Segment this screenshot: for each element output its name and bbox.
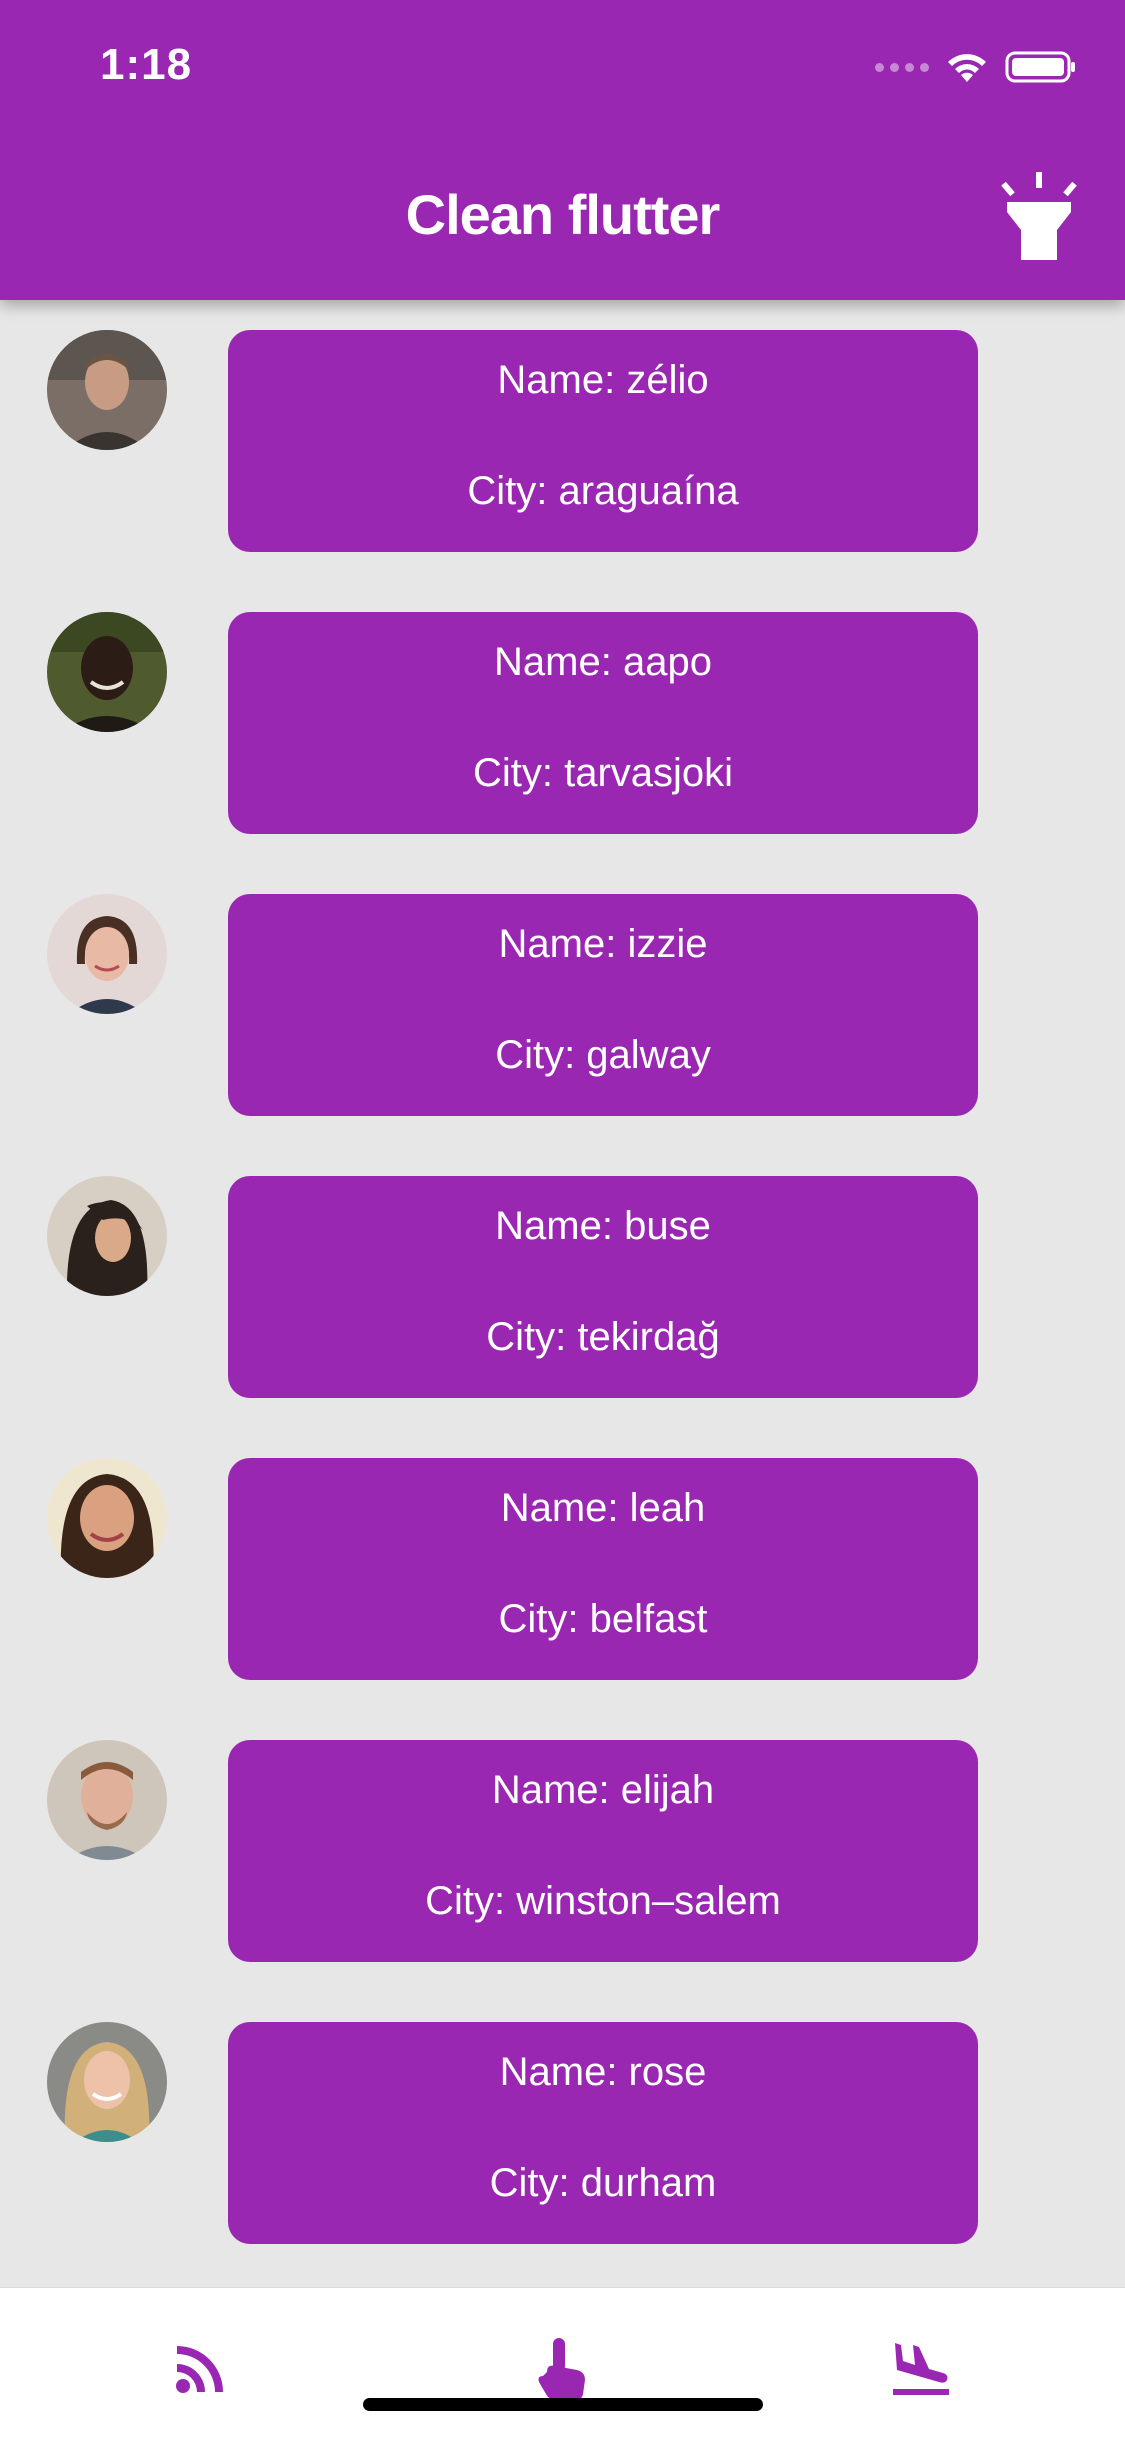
contact-city: City: belfast xyxy=(498,1597,708,1641)
avatar xyxy=(47,2022,167,2142)
contact-card[interactable]: Name: izzie City: galway xyxy=(228,894,978,1116)
wifi-icon xyxy=(948,54,986,82)
contact-name: Name: leah xyxy=(500,1486,706,1530)
avatar xyxy=(47,330,167,450)
list-item[interactable]: Name: rose City: durham xyxy=(0,1992,1125,2244)
contact-city: City: araguaína xyxy=(467,469,739,513)
home-indicator[interactable] xyxy=(363,2398,763,2411)
rss-feed-icon xyxy=(176,2346,223,2393)
contact-name: Name: zélio xyxy=(497,358,709,402)
contact-name: Name: rose xyxy=(499,2050,707,2094)
contact-name: Name: elijah xyxy=(491,1768,715,1812)
contact-card[interactable]: Name: zélio City: araguaína xyxy=(228,330,978,552)
contact-name: Name: buse xyxy=(495,1204,711,1248)
avatar xyxy=(47,612,167,732)
list-item[interactable]: Name: aapo City: tarvasjoki xyxy=(0,582,1125,834)
contact-city: City: winston–salem xyxy=(425,1879,781,1923)
flight-land-icon xyxy=(893,2343,949,2395)
cellular-signal-icon xyxy=(875,62,929,72)
nav-item-landing[interactable] xyxy=(876,2328,966,2408)
contact-card[interactable]: Name: rose City: durham xyxy=(228,2022,978,2244)
nav-item-feed[interactable] xyxy=(156,2328,246,2408)
list-item[interactable]: Name: izzie City: galway xyxy=(0,864,1125,1116)
flashlight-icon xyxy=(1001,172,1077,260)
status-time: 1:18 xyxy=(100,40,193,89)
list-item[interactable]: Name: zélio City: araguaína xyxy=(0,300,1125,552)
contact-card[interactable]: Name: elijah City: winston–salem xyxy=(228,1740,978,1962)
avatar xyxy=(47,1740,167,1860)
contact-card[interactable]: Name: leah City: belfast xyxy=(228,1458,978,1680)
contact-card[interactable]: Name: buse City: tekirdağ xyxy=(228,1176,978,1398)
app-bar: 1:18 Clean flutter xyxy=(0,0,1125,300)
avatar xyxy=(47,1176,167,1296)
flashlight-button[interactable] xyxy=(997,168,1081,264)
list-item[interactable]: Name: elijah City: winston–salem xyxy=(0,1710,1125,1962)
nav-item-touch[interactable] xyxy=(518,2328,608,2408)
contact-name: Name: aapo xyxy=(494,640,712,684)
contact-city: City: tekirdağ xyxy=(486,1315,720,1359)
contact-city: City: durham xyxy=(489,2161,717,2205)
contact-city: City: galway xyxy=(495,1033,711,1077)
contact-card[interactable]: Name: aapo City: tarvasjoki xyxy=(228,612,978,834)
page-title: Clean flutter xyxy=(405,183,721,246)
list-item[interactable]: Name: buse City: tekirdağ xyxy=(0,1146,1125,1398)
avatar xyxy=(47,894,167,1014)
contact-name: Name: izzie xyxy=(498,922,708,966)
status-icons xyxy=(875,50,1077,84)
avatar xyxy=(47,1458,167,1578)
contact-city: City: tarvasjoki xyxy=(472,751,734,795)
touch-app-icon xyxy=(538,2338,585,2400)
list-item[interactable]: Name: leah City: belfast xyxy=(0,1428,1125,1680)
battery-icon xyxy=(1005,51,1075,83)
bottom-navigation xyxy=(0,2287,1125,2437)
